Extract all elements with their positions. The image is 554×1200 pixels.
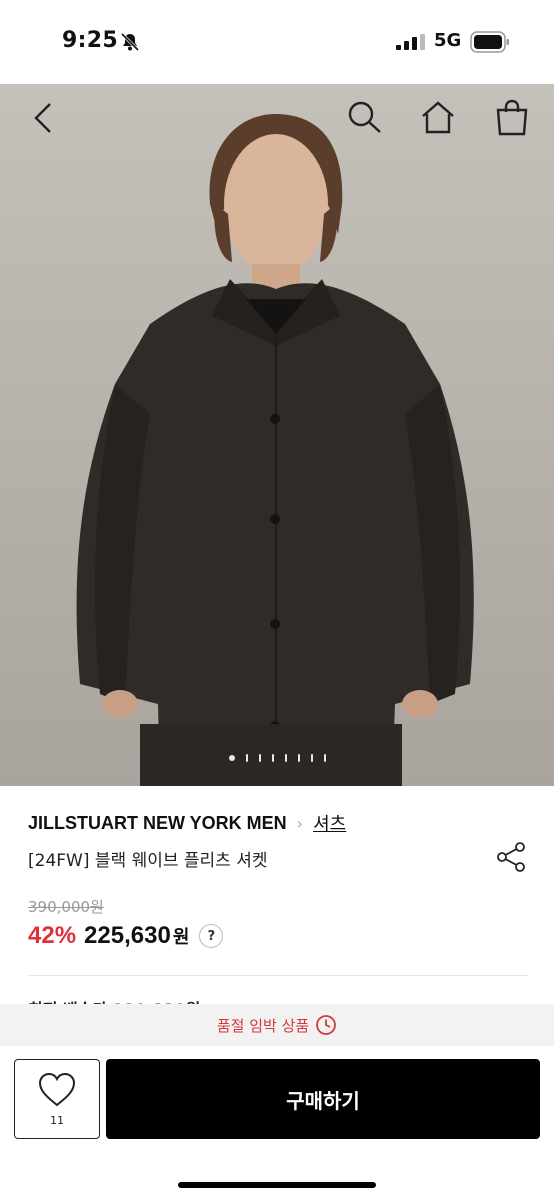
search-icon[interactable] [344,98,384,138]
original-price: 390,000원 [28,898,104,916]
pagination-dot-active[interactable] [228,755,235,761]
banner-text: 품절 임박 상품 [216,1016,310,1035]
signal-icon [396,34,425,50]
price-help-icon[interactable]: ? [199,924,224,948]
gallery-pagination [0,754,554,762]
product-photo [0,84,554,786]
pagination-dot[interactable] [271,754,274,762]
network-label: 5G [434,30,462,51]
like-button[interactable]: 11 [14,1059,100,1139]
back-icon[interactable] [24,98,64,138]
status-time: 9:25 [62,28,118,53]
low-stock-banner: 품절 임박 상품 [0,1004,554,1046]
pagination-dot[interactable] [258,754,261,762]
bottom-action-bar: 11 구매하기 [0,1046,554,1200]
heart-icon [38,1072,76,1106]
status-bar: 9:25 5G [0,0,554,84]
currency-label: 원 [172,927,190,948]
battery-icon [470,31,509,53]
category-link[interactable]: 셔츠 [313,810,346,836]
divider [28,975,528,976]
bell-off-icon [120,32,140,52]
product-title: [24FW] 블랙 웨이브 플리츠 셔켓 [28,851,268,871]
pagination-dot[interactable] [245,754,248,762]
share-icon[interactable] [494,840,528,874]
home-indicator [178,1182,376,1188]
pagination-dot[interactable] [310,754,313,762]
price-row: 42% 225,630 원 ? [28,922,224,950]
pagination-dot[interactable] [284,754,287,762]
clock-icon [316,1015,337,1035]
breadcrumb: JILLSTUART NEW YORK MEN › 셔츠 [28,810,346,836]
like-count: 11 [50,1113,64,1127]
product-image-gallery[interactable] [0,84,554,786]
discount-rate: 42% [28,922,77,949]
brand-name[interactable]: JILLSTUART NEW YORK MEN [28,813,287,834]
home-icon[interactable] [418,98,458,138]
pagination-dot[interactable] [323,754,326,762]
chevron-right-icon: › [296,813,304,833]
sale-price: 225,630 [84,922,171,949]
pagination-dot[interactable] [297,754,300,762]
shopping-bag-icon[interactable] [492,98,532,138]
buy-button[interactable]: 구매하기 [106,1059,540,1139]
